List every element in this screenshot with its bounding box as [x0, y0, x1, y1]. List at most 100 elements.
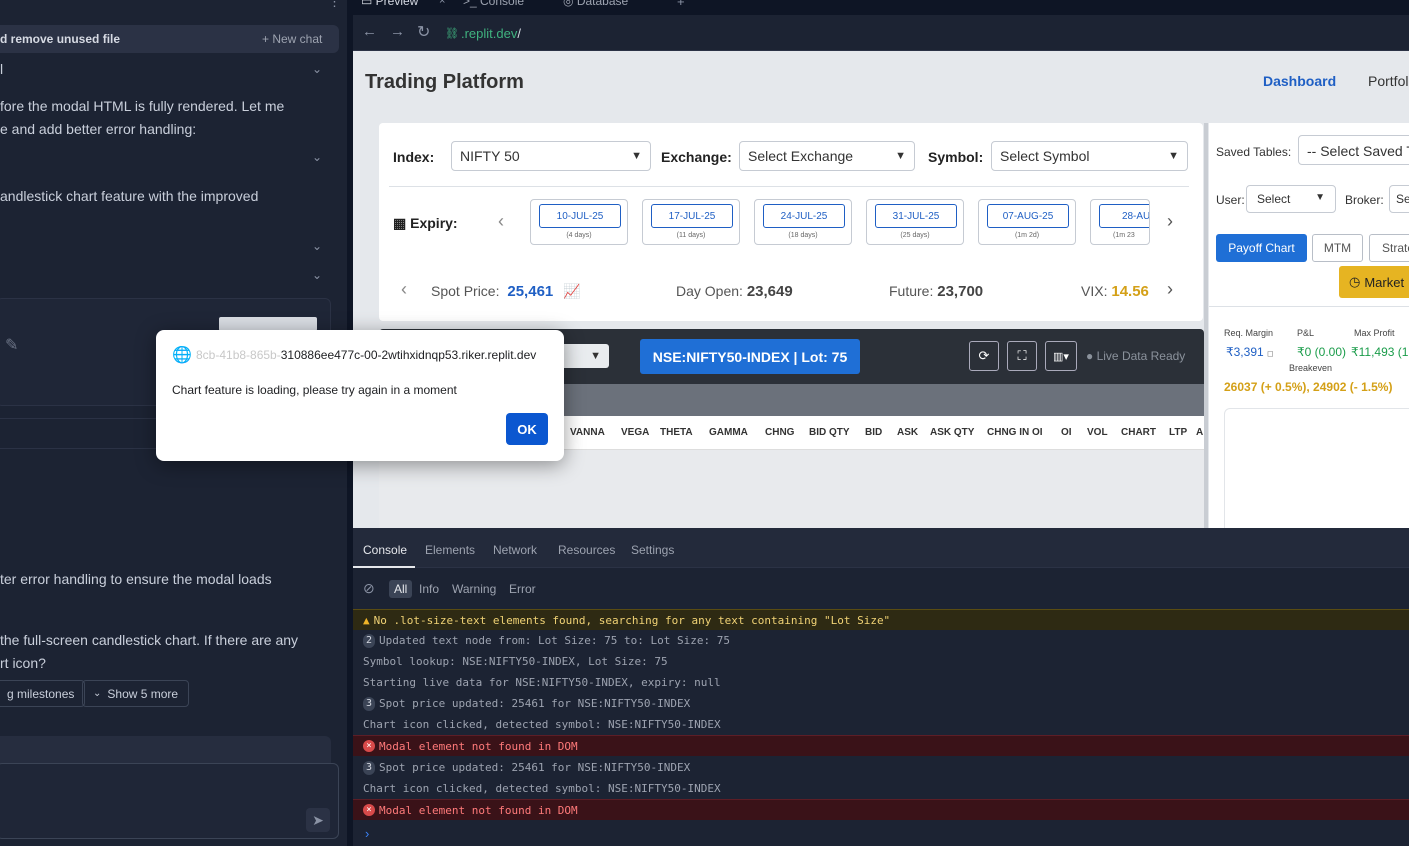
future-price: Future: 23,700 — [889, 283, 984, 300]
broker-select[interactable]: Sel — [1389, 185, 1409, 213]
console-log: 2 Updated text node from: Lot Size: 75 to… — [353, 630, 1409, 651]
columns-button[interactable]: ▥▾ — [1045, 341, 1077, 371]
payoff-chart-button[interactable]: Payoff Chart — [1216, 234, 1307, 262]
exchange-select[interactable]: Select Exchange ▼ — [739, 141, 915, 171]
calendar-icon: ▦ — [393, 215, 411, 231]
close-icon[interactable]: × — [439, 0, 445, 7]
column-header[interactable]: CHNG — [765, 427, 794, 438]
tab-console[interactable]: >_ Console — [463, 0, 524, 8]
send-icon[interactable]: ➤ — [306, 808, 330, 832]
database-icon: ◎ — [563, 0, 577, 8]
address-input[interactable]: ⛓ .replit.dev / — [441, 21, 1401, 45]
chevron-right-icon[interactable]: › — [1167, 211, 1173, 232]
chevron-down-icon[interactable]: ⌄ — [312, 268, 322, 282]
chevron-right-icon[interactable]: › — [1167, 279, 1173, 300]
tab-database[interactable]: ◎ Database — [563, 0, 628, 8]
broker-label: Broker: — [1345, 193, 1384, 207]
message-text: andlestick chart feature with the improv… — [0, 188, 259, 204]
menu-dots-icon[interactable]: ⋮ — [328, 0, 341, 10]
add-tab-icon[interactable]: + — [677, 0, 685, 9]
market-button[interactable]: ◷ Market — [1339, 266, 1409, 298]
chevron-down-icon: ▼ — [1168, 150, 1179, 162]
clock-icon: ◷ — [1349, 274, 1361, 289]
console-error: × Modal element not found in DOM — [353, 735, 1409, 756]
column-header[interactable]: VANNA — [570, 427, 605, 438]
console-prompt-icon[interactable]: › — [365, 826, 369, 841]
chevron-left-icon[interactable]: ‹ — [498, 211, 504, 232]
column-header[interactable]: THETA — [660, 427, 693, 438]
tab-resources[interactable]: Resources — [558, 543, 615, 557]
pencil-icon[interactable]: ✎ — [5, 335, 18, 355]
column-header[interactable]: VOL — [1087, 427, 1108, 438]
tab-settings[interactable]: Settings — [631, 543, 674, 557]
chevron-down-icon[interactable]: ⌄ — [312, 62, 322, 76]
tab-console[interactable]: Console — [363, 543, 407, 557]
active-tab-indicator — [353, 566, 415, 568]
column-header[interactable]: BID QTY — [809, 427, 850, 438]
chart-line-icon[interactable]: 📈 — [563, 283, 580, 299]
pnl-label: P&L — [1297, 328, 1315, 338]
tab-elements[interactable]: Elements — [425, 543, 475, 557]
back-icon[interactable]: ← — [362, 23, 377, 40]
link-icon: ⛓ — [445, 27, 459, 40]
forward-icon[interactable]: → — [390, 23, 405, 40]
url-bar: ← → ↻ ⛓ .replit.dev / — [353, 15, 1409, 51]
nav-portfolio[interactable]: Portfol — [1368, 73, 1408, 89]
dialog-message: Chart feature is loading, please try aga… — [172, 383, 457, 397]
symbol-select[interactable]: Select Symbol ▼ — [991, 141, 1188, 171]
column-header[interactable]: ASK — [897, 427, 918, 438]
column-header[interactable]: BID — [865, 427, 882, 438]
column-header[interactable]: ASK QTY — [930, 427, 974, 438]
index-select[interactable]: NIFTY 50 ▼ — [451, 141, 651, 171]
column-header[interactable]: OI — [1061, 427, 1072, 438]
monitor-icon: ▭ — [361, 0, 376, 8]
nav-dashboard[interactable]: Dashboard — [1263, 73, 1336, 89]
expiry-option[interactable]: 07-AUG-25 (1m 2d) — [978, 199, 1076, 245]
info-icon[interactable]: ◻ — [1267, 349, 1274, 358]
milestones-button[interactable]: g milestones — [0, 680, 86, 707]
user-select[interactable]: Select ▼ — [1246, 185, 1336, 213]
reload-icon[interactable]: ↻ — [417, 22, 430, 42]
new-chat-button[interactable]: + New chat — [262, 32, 322, 46]
filter-warning[interactable]: Warning — [452, 582, 496, 596]
expiry-option[interactable]: 17-JUL-25 (11 days) — [642, 199, 740, 245]
chat-banner — [0, 736, 331, 764]
pnl-value: ₹0 (0.00) — [1297, 345, 1346, 359]
chevron-left-icon[interactable]: ‹ — [401, 279, 407, 300]
spot-price: Spot Price: 25,461 📈 — [431, 283, 581, 300]
refresh-button[interactable]: ⟳ — [969, 341, 999, 371]
chevron-down-icon: ▼ — [1315, 192, 1325, 203]
expiry-option[interactable]: 10-JUL-25 (4 days) — [530, 199, 628, 245]
fullscreen-button[interactable]: ⛶ — [1007, 341, 1037, 371]
message-text: ter error handling to ensure the modal l… — [0, 571, 272, 587]
show-more-button[interactable]: ⌄ Show 5 more — [82, 680, 190, 707]
tab-preview[interactable]: ▭ Preview — [361, 0, 418, 8]
filter-error[interactable]: Error — [509, 582, 536, 596]
strategy-panel: Saved Tables: -- Select Saved T User: Se… — [1209, 123, 1409, 528]
chat-input[interactable]: ➤ — [0, 763, 339, 839]
console-log: Symbol lookup: NSE:NIFTY50-INDEX, Lot Si… — [363, 655, 668, 668]
column-header[interactable]: CHART — [1121, 427, 1156, 438]
column-header[interactable]: GAMMA — [709, 427, 748, 438]
column-header[interactable]: A — [1196, 427, 1203, 438]
thumbnail-image — [219, 317, 317, 331]
expiry-option[interactable]: 24-JUL-25 (18 days) — [754, 199, 852, 245]
mtm-button[interactable]: MTM — [1312, 234, 1363, 262]
chevron-down-icon[interactable]: ⌄ — [312, 150, 322, 164]
filter-all[interactable]: All — [389, 580, 413, 598]
chevron-down-icon[interactable]: ⌄ — [312, 239, 322, 253]
saved-tables-select[interactable]: -- Select Saved T — [1298, 135, 1409, 165]
instrument-badge[interactable]: NSE:NIFTY50-INDEX | Lot: 75 — [640, 339, 860, 374]
column-header[interactable]: LTP — [1169, 427, 1187, 438]
clear-console-icon[interactable]: ⊘ — [363, 580, 375, 597]
expiry-option[interactable]: 31-JUL-25 (25 days) — [866, 199, 964, 245]
expiry-option[interactable]: 28-AUG(1m 23 — [1090, 199, 1150, 245]
console-log: 3 Spot price updated: 25461 for NSE:NIFTY… — [353, 757, 1409, 778]
column-header[interactable]: CHNG IN OI — [987, 427, 1043, 438]
tab-network[interactable]: Network — [493, 543, 537, 557]
scrollbar[interactable] — [1204, 123, 1208, 528]
filter-info[interactable]: Info — [419, 582, 439, 596]
column-header[interactable]: VEGA — [621, 427, 649, 438]
ok-button[interactable]: OK — [506, 413, 548, 445]
strategy-button[interactable]: Strate — [1369, 234, 1409, 262]
